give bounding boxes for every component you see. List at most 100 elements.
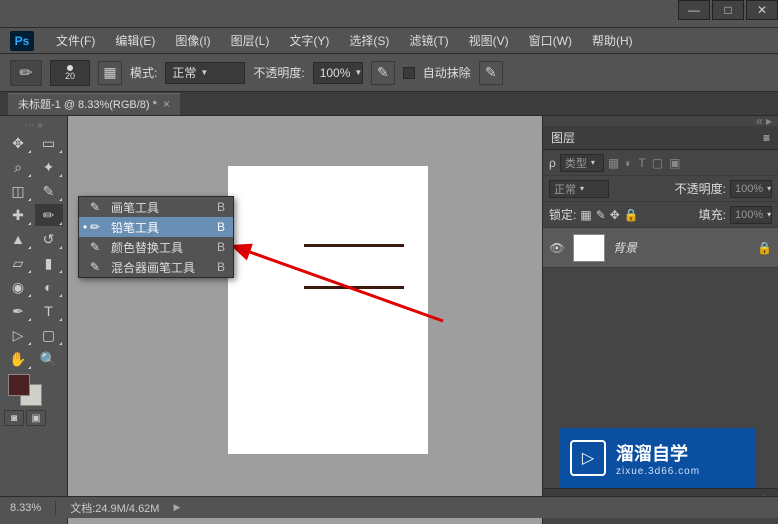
quick-mask-toggle[interactable]: ◙ (4, 410, 24, 426)
filter-smart-icon[interactable]: ▣ (669, 156, 680, 170)
panel-collapse-handle[interactable]: « ▸ (543, 116, 778, 126)
layer-name[interactable]: 背景 (613, 239, 749, 256)
watermark-banner: ▷ 溜溜自学 zixue.3d66.com (560, 428, 756, 488)
document-tab[interactable]: 未标题-1 @ 8.33%(RGB/8) * × (8, 93, 180, 115)
filter-pixel-icon[interactable]: ▦ (608, 156, 619, 170)
rectangle-tool[interactable]: ▢ (35, 324, 63, 346)
layer-opacity-label: 不透明度: (675, 180, 726, 197)
tablet-pressure-opacity-icon[interactable]: ✎ (371, 61, 395, 85)
zoom-tool[interactable]: 🔍 (35, 348, 63, 370)
spot-healing-tool[interactable]: ✚ (4, 204, 32, 226)
maximize-button[interactable]: □ (712, 0, 744, 20)
lock-position-icon[interactable]: ✥ (610, 208, 620, 222)
dodge-tool[interactable]: ◐ (35, 276, 63, 298)
auto-erase-checkbox[interactable] (403, 67, 415, 79)
layer-row-background[interactable]: 👁 背景 🔒 (543, 228, 778, 268)
doc-size-label[interactable]: 文档:24.9M/4.62M (70, 500, 159, 516)
play-icon: ▷ (570, 440, 606, 476)
path-selection-tool[interactable]: ▷ (4, 324, 32, 346)
minimize-button[interactable]: — (678, 0, 710, 20)
menu-bar: Ps 文件(F) 编辑(E) 图像(I) 图层(L) 文字(Y) 选择(S) 滤… (0, 28, 778, 54)
zoom-level[interactable]: 8.33% (10, 502, 41, 514)
tablet-pressure-size-icon[interactable]: ✎ (479, 61, 503, 85)
lock-all-icon[interactable]: 🔒 (624, 208, 639, 222)
history-brush-tool[interactable]: ↺ (35, 228, 63, 250)
foreground-color[interactable] (8, 374, 30, 396)
filter-type-select[interactable]: 类型 ▾ (560, 154, 604, 172)
status-bar: 8.33% 文档:24.9M/4.62M ▶ (0, 496, 778, 518)
layers-panel-tab[interactable]: 图层 ≡ (543, 126, 778, 150)
crop-tool[interactable]: ◫ (4, 180, 32, 202)
lock-fill-row: 锁定: ▦ ✎ ✥ 🔒 填充: 100%▾ (543, 202, 778, 228)
lasso-tool[interactable]: ⌕ (4, 156, 32, 178)
brush-preset-picker[interactable]: 20 (50, 60, 90, 86)
blend-mode-select[interactable]: 正常 ▼ (165, 62, 245, 84)
ps-logo[interactable]: Ps (10, 31, 34, 51)
filter-type-icon[interactable]: T (638, 156, 645, 170)
flyout-mixer-brush-tool[interactable]: ✎ 混合器画笔工具 B (79, 257, 233, 277)
menu-layer[interactable]: 图层(L) (221, 28, 280, 53)
flyout-shortcut: B (217, 260, 225, 274)
mixer-brush-icon: ✎ (87, 260, 103, 274)
menu-type[interactable]: 文字(Y) (279, 28, 339, 53)
blur-tool[interactable]: ◉ (4, 276, 32, 298)
menu-select[interactable]: 选择(S) (339, 28, 399, 53)
opacity-field[interactable]: 100% ▼ (313, 62, 363, 84)
filter-shape-icon[interactable]: ▢ (652, 156, 663, 170)
auto-erase-label: 自动抹除 (423, 64, 471, 81)
tab-close-button[interactable]: × (163, 97, 170, 111)
lock-pixels-icon[interactable]: ✎ (596, 208, 606, 222)
chevron-down-icon: ▼ (354, 68, 362, 77)
flyout-brush-tool[interactable]: ✎ 画笔工具 B (79, 197, 233, 217)
flyout-label: 画笔工具 (111, 199, 209, 216)
pen-tool[interactable]: ✒ (4, 300, 32, 322)
eraser-tool[interactable]: ▱ (4, 252, 32, 274)
clone-stamp-tool[interactable]: ▲ (4, 228, 32, 250)
brush-tool[interactable]: ✏ (35, 204, 63, 226)
magic-wand-tool[interactable]: ✦ (35, 156, 63, 178)
hand-tool[interactable]: ✋ (4, 348, 32, 370)
layer-fill-field[interactable]: 100%▾ (730, 206, 772, 224)
menu-file[interactable]: 文件(F) (46, 28, 105, 53)
status-menu-arrow[interactable]: ▶ (173, 502, 180, 513)
flyout-color-replace-tool[interactable]: ✎ 颜色替换工具 B (79, 237, 233, 257)
menu-window[interactable]: 窗口(W) (519, 28, 582, 53)
rectangular-marquee-tool[interactable]: ▭ (35, 132, 63, 154)
flyout-shortcut: B (217, 240, 225, 254)
flyout-shortcut: B (217, 200, 225, 214)
visibility-toggle-icon[interactable]: 👁 (549, 241, 565, 255)
menu-view[interactable]: 视图(V) (459, 28, 519, 53)
tool-preset-picker[interactable]: ✏ (10, 60, 42, 86)
toolbox: ⋯ » ✥ ▭ ⌕ ✦ ◫ ✎ ✚ ✏ ▲ ↺ ▱ ▮ ◉ ◐ ✒ T ▷ ▢ … (0, 116, 68, 524)
flyout-pencil-tool[interactable]: ✏ 铅笔工具 B (79, 217, 233, 237)
filter-kind-icon[interactable]: ρ (549, 156, 556, 170)
move-tool[interactable]: ✥ (4, 132, 32, 154)
canvas-area[interactable] (68, 116, 542, 524)
flyout-label: 铅笔工具 (111, 219, 209, 236)
brush-size-value: 20 (65, 71, 75, 81)
document-tab-title: 未标题-1 @ 8.33%(RGB/8) * (18, 96, 157, 112)
filter-adjust-icon[interactable]: ◐ (625, 156, 632, 170)
chevron-down-icon: ▼ (200, 68, 208, 77)
lock-transparency-icon[interactable]: ▦ (580, 208, 591, 222)
flyout-label: 颜色替换工具 (111, 239, 209, 256)
type-tool[interactable]: T (35, 300, 63, 322)
color-swatches[interactable] (2, 372, 65, 408)
layer-blend-mode-select[interactable]: 正常 ▾ (549, 180, 609, 198)
gradient-tool[interactable]: ▮ (35, 252, 63, 274)
screen-mode-toggle[interactable]: ▣ (26, 410, 46, 426)
close-button[interactable]: ✕ (746, 0, 778, 20)
menu-filter[interactable]: 滤镜(T) (399, 28, 458, 53)
toolbox-handle[interactable]: ⋯ » (2, 120, 65, 130)
menu-help[interactable]: 帮助(H) (582, 28, 643, 53)
menu-edit[interactable]: 编辑(E) (105, 28, 165, 53)
document-tab-bar: 未标题-1 @ 8.33%(RGB/8) * × (0, 92, 778, 116)
menu-image[interactable]: 图像(I) (165, 28, 220, 53)
mode-label: 模式: (130, 64, 157, 81)
brush-panel-toggle[interactable]: ▦ (98, 61, 122, 85)
brush-tool-flyout: ✎ 画笔工具 B ✏ 铅笔工具 B ✎ 颜色替换工具 B ✎ 混合器画笔工具 B (78, 196, 234, 278)
panel-menu-icon[interactable]: ≡ (763, 131, 770, 145)
layer-thumbnail[interactable] (573, 234, 605, 262)
eyedropper-tool[interactable]: ✎ (35, 180, 63, 202)
layer-opacity-field[interactable]: 100%▾ (730, 180, 772, 198)
